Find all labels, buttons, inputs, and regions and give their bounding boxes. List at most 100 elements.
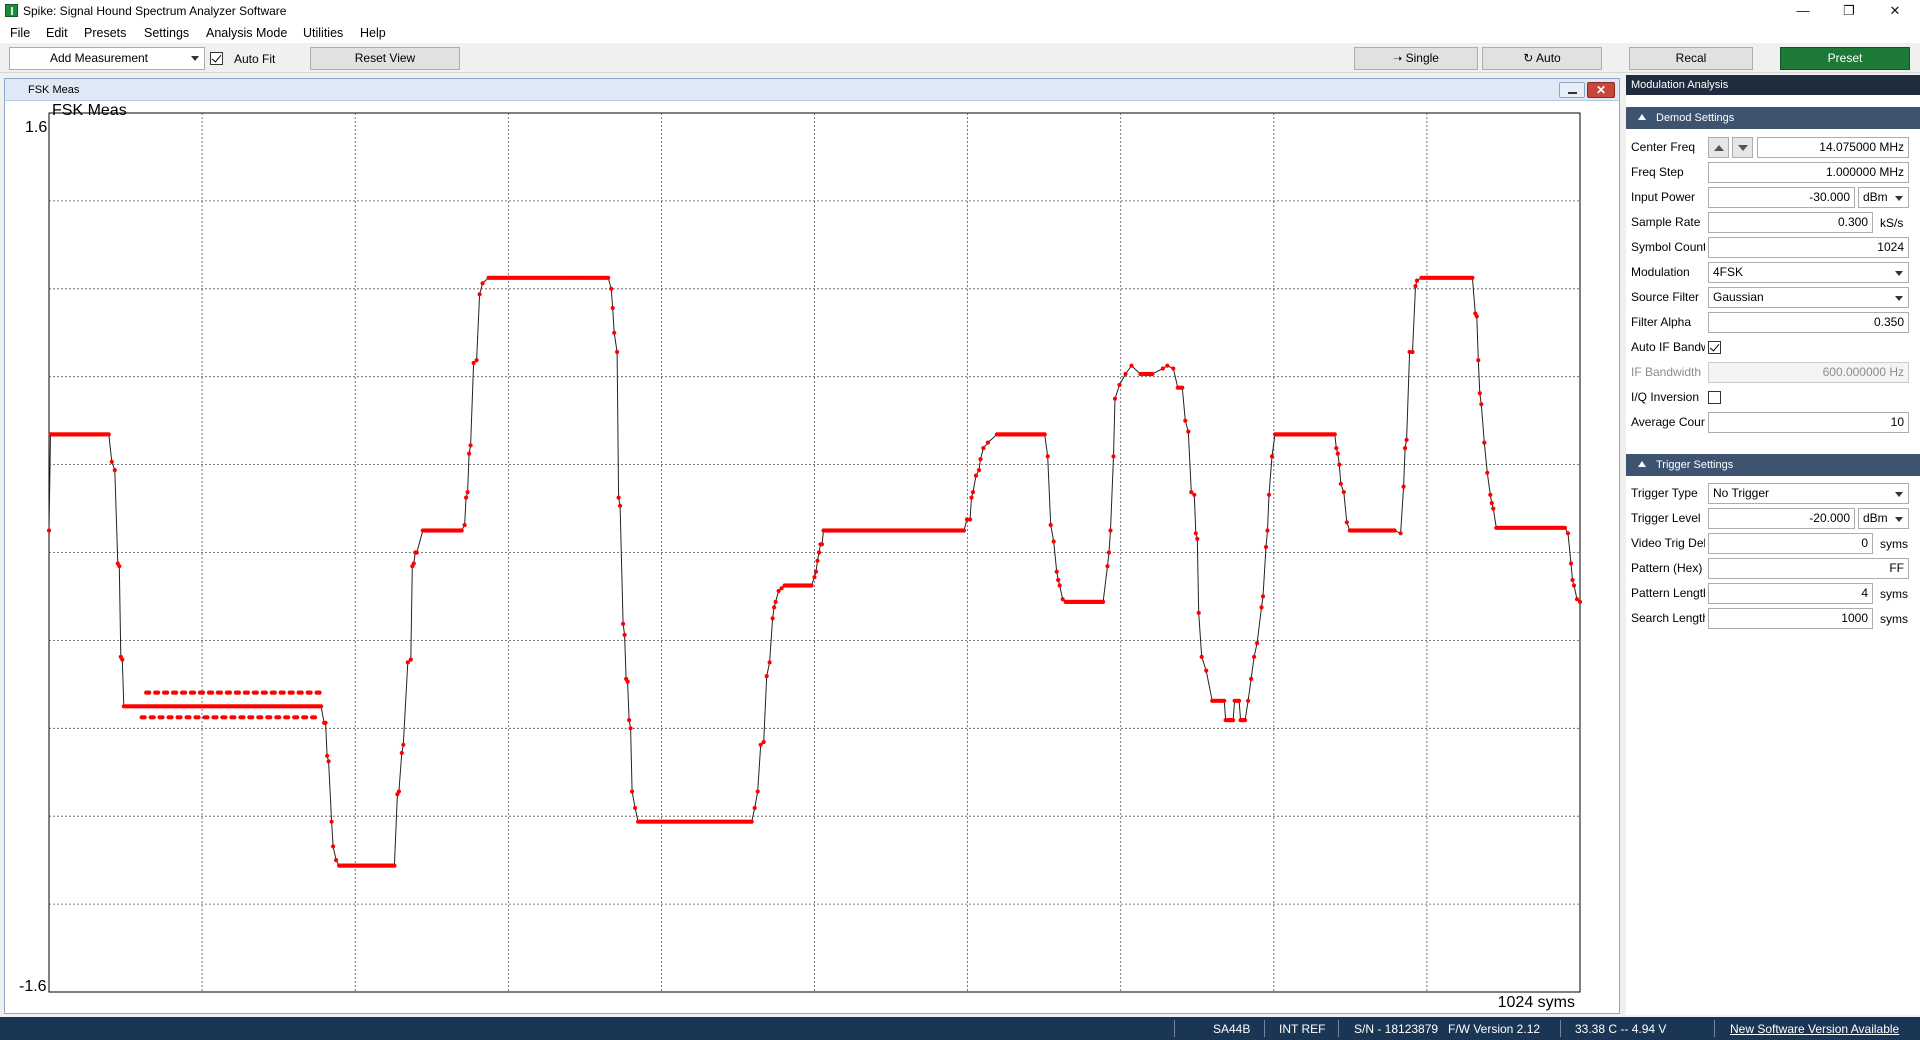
demod-settings-header[interactable]: Demod Settings [1626,107,1920,129]
trace-point [1048,522,1053,528]
freq-down-button[interactable] [1732,137,1753,158]
trace-point [160,715,165,720]
reset-view-button[interactable]: Reset View [310,47,460,70]
trace-point [205,715,210,720]
row-pattern-hex: Pattern (Hex) FF [1626,556,1920,581]
menu-edit[interactable]: Edit [46,26,68,40]
trace-point [169,715,174,720]
trigger-type-select[interactable]: No Trigger [1708,483,1909,504]
add-measurement-dropdown[interactable]: Add Measurement [9,47,205,70]
menu-help[interactable]: Help [360,26,386,40]
symbol-count-input[interactable]: 1024 [1708,237,1909,258]
close-icon[interactable]: ✕ [1872,0,1918,22]
plot-window-label: FSK Meas [28,84,80,96]
pattern-length-input[interactable]: 4 [1708,583,1873,604]
preset-button[interactable]: Preset [1780,47,1910,70]
auto-button[interactable]: ↻ Auto [1482,47,1602,70]
trace-point [187,715,192,720]
trace-point [263,690,268,695]
trace-point [627,718,632,723]
menu-presets[interactable]: Presets [84,26,126,40]
trace-point [815,558,820,563]
trace-point [772,605,777,610]
trace-point [1243,718,1248,723]
sample-rate-label: Sample Rate [1631,215,1701,229]
y-min-label: -1.6 [19,978,47,995]
filter-alpha-input[interactable]: 0.350 [1708,312,1909,333]
trace-point [1045,454,1050,459]
trace-point [1403,446,1408,451]
minimize-icon[interactable] [1559,82,1585,98]
freq-step-input[interactable]: 1.000000 MHz [1708,162,1909,183]
trace-point [1192,492,1197,497]
temp-voltage-status: 33.38 C -- 4.94 V [1575,1022,1667,1036]
trace-point [976,468,982,473]
average-count-input[interactable]: 10 [1708,412,1909,433]
sample-rate-input[interactable]: 0.300 [1708,212,1873,233]
trace-point [183,690,188,695]
trace-point [474,358,479,363]
trigger-level-unit-select[interactable]: dBm [1858,508,1909,529]
trace-point [1193,531,1198,536]
trace-point [218,690,223,695]
trace-point [308,690,313,695]
trigger-level-unit: dBm [1863,511,1888,525]
recal-button[interactable]: Recal [1629,47,1753,70]
iq-inversion-checkbox[interactable] [1708,391,1721,404]
chevron-down-icon [191,56,199,61]
source-filter-select[interactable]: Gaussian [1708,287,1909,308]
trace-point [1338,481,1343,486]
trigger-level-input[interactable]: -20.000 [1708,508,1855,529]
trace-point [200,690,206,695]
minimize-icon[interactable]: — [1780,0,1826,22]
software-update-link[interactable]: New Software Version Available [1730,1022,1899,1036]
restore-icon[interactable]: ❐ [1826,0,1872,22]
trace-point [209,690,215,695]
menu-settings[interactable]: Settings [144,26,189,40]
trace-point [1057,583,1062,588]
row-input-power: Input Power -30.000 dBm [1626,185,1920,210]
menu-file[interactable]: File [10,26,30,40]
trigger-settings-header[interactable]: Trigger Settings [1626,454,1920,476]
trace-point [392,863,397,868]
auto-fit-checkbox[interactable] [210,52,223,65]
trace-point [1266,492,1272,497]
trace-point [117,564,122,569]
menu-analysis-mode[interactable]: Analysis Mode [206,26,287,40]
close-icon[interactable]: ✕ [1587,82,1615,98]
input-power-unit-select[interactable]: dBm [1858,187,1909,208]
trace-point [465,490,470,495]
video-trig-delay-input[interactable]: 0 [1708,533,1873,554]
source-filter-label: Source Filter [1631,290,1700,304]
trace-point [174,690,179,695]
trace-point [317,690,322,695]
refresh-icon: ↻ [1523,51,1534,65]
search-length-input[interactable]: 1000 [1708,608,1873,629]
input-power-input[interactable]: -30.000 [1708,187,1855,208]
trace-point [401,742,406,747]
trace-point [1577,599,1583,604]
plot-title: FSK Meas [52,102,127,119]
modulation-select[interactable]: 4FSK [1708,262,1909,283]
if-bandwidth-input[interactable]: 600.000000 Hz [1708,362,1909,383]
trace-point [967,517,973,522]
pattern-length-label: Pattern Length [1631,586,1705,600]
x-axis-label: 1024 syms [1498,994,1575,1011]
trace-point [1410,349,1415,355]
menu-utilities[interactable]: Utilities [303,26,343,40]
center-freq-input[interactable]: 14.075000 MHz [1757,137,1909,158]
search-length-label: Search Length [1631,611,1705,625]
trace-point [1246,698,1251,703]
pattern-hex-input[interactable]: FF [1708,558,1909,579]
trace-point [1237,698,1242,703]
fsk-plot[interactable]: FSK Meas 1.6 -1.6 1024 syms [5,101,1619,1013]
trace-point [961,528,967,533]
trace-point [151,715,156,720]
trace-point [1255,641,1260,646]
trace-point [232,715,237,720]
auto-if-bw-checkbox[interactable] [1708,341,1721,354]
freq-up-button[interactable] [1708,137,1729,158]
trace-point [1252,654,1257,660]
single-button[interactable]: ➝ Single [1354,47,1478,70]
trace-point [313,715,318,720]
